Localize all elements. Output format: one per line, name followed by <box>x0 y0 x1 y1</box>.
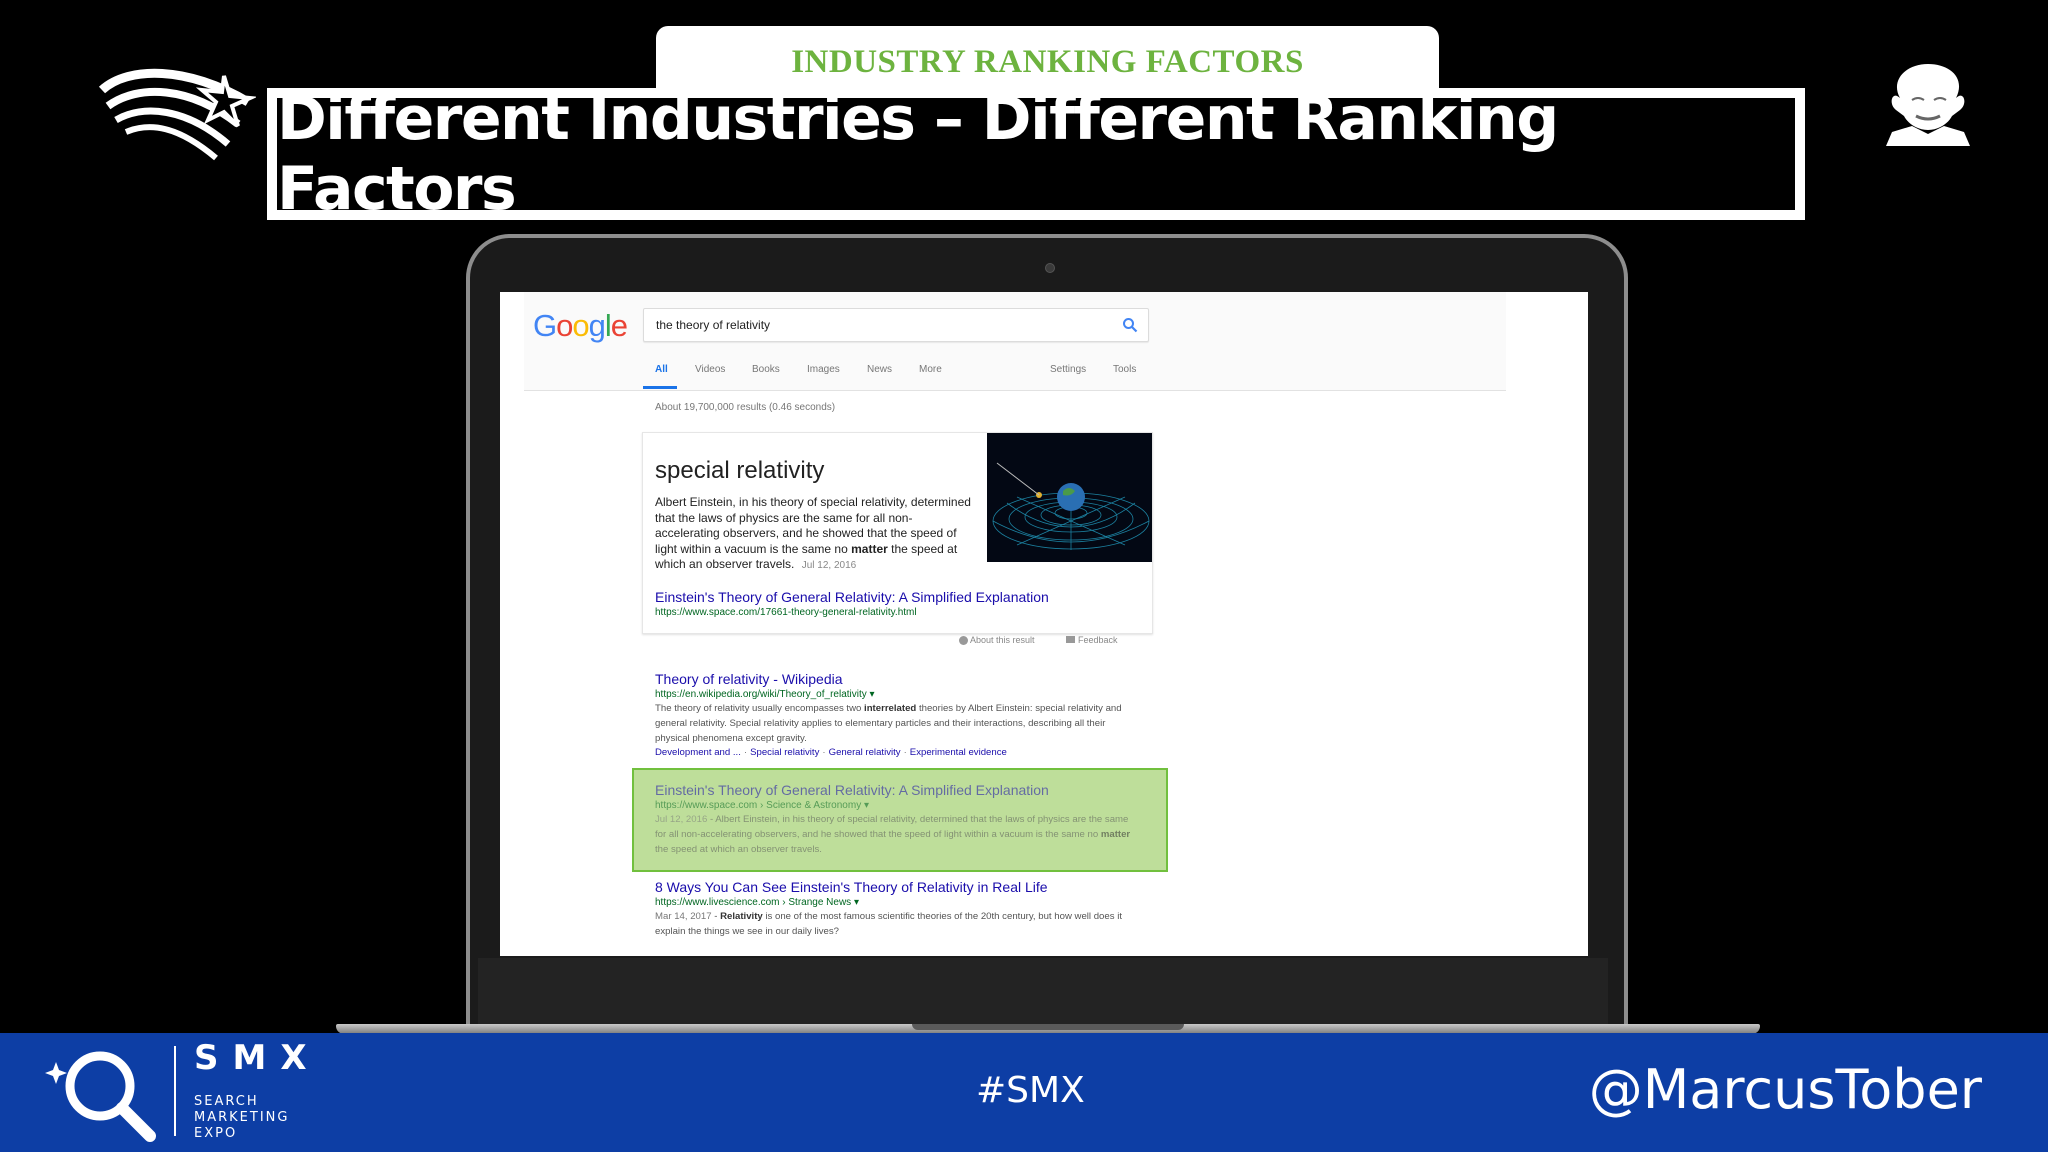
snippet-text: Albert Einstein, in his theory of specia… <box>655 495 975 574</box>
snippet-url: https://www.space.com/17661-theory-gener… <box>655 607 917 618</box>
desc-a: - <box>711 911 721 922</box>
feedback-link[interactable]: Feedback <box>1078 635 1118 645</box>
caret-down-icon[interactable]: ▾ <box>854 897 859 908</box>
search-result: 8 Ways You Can See Einstein's Theory of … <box>655 879 1135 939</box>
result-title[interactable]: Theory of relativity - Wikipedia <box>655 671 1135 687</box>
tab-more[interactable]: More <box>919 364 942 375</box>
tab-all[interactable]: All <box>655 364 668 375</box>
help-icon[interactable] <box>959 636 968 645</box>
feedback-icon[interactable] <box>1066 636 1075 645</box>
title-frame: Different Industries – Different Ranking… <box>267 84 1805 224</box>
result-url-text: https://en.wikipedia.org/wiki/Theory_of_… <box>655 689 867 700</box>
tab-videos[interactable]: Videos <box>695 364 725 375</box>
caret-down-icon[interactable]: ▾ <box>870 689 875 700</box>
footer-handle: @MarcusTober <box>1588 1058 1982 1121</box>
sitelinks: Development and ... · Special relativity · G… <box>655 747 1007 758</box>
logo-letter: o <box>572 308 589 343</box>
google-logo[interactable]: Google <box>533 308 628 344</box>
laptop-bezel <box>478 958 1608 1028</box>
webcam-icon <box>1045 263 1055 273</box>
tab-news[interactable]: News <box>867 364 892 375</box>
result-date: Jul 12, 2016 <box>655 814 708 825</box>
tab-books[interactable]: Books <box>752 364 780 375</box>
sitelink[interactable]: Experimental evidence <box>910 747 1007 758</box>
desc-b: the speed at which an observer travels. <box>655 844 822 855</box>
result-description: The theory of relativity usually encompa… <box>655 701 1135 746</box>
title-box: Different Industries – Different Ranking… <box>277 84 1795 224</box>
spacetime-image[interactable] <box>987 433 1152 562</box>
desc-keyword: interrelated <box>864 703 917 714</box>
logo-letter: o <box>556 308 573 343</box>
comet-logo-icon <box>98 68 256 161</box>
desc-keyword: Relativity <box>720 911 763 922</box>
footer-divider <box>174 1046 176 1136</box>
snippet-heading: special relativity <box>655 457 825 484</box>
search-result: Theory of relativity - Wikipedia https:/… <box>655 671 1135 758</box>
active-tab-indicator <box>643 386 677 389</box>
result-description: Mar 14, 2017 - Relativity is one of the … <box>655 909 1135 939</box>
desc-keyword: matter <box>1100 829 1131 840</box>
slide-title: Different Industries – Different Ranking… <box>277 84 1559 224</box>
result-title[interactable]: 8 Ways You Can See Einstein's Theory of … <box>655 879 1135 895</box>
result-url: https://en.wikipedia.org/wiki/Theory_of_… <box>655 689 1135 700</box>
snippet-keyword: matter <box>851 541 888 556</box>
laptop-screen: Google the theory of relativity All Vide… <box>500 292 1588 956</box>
featured-snippet: special relativity Albert Einstein, in h… <box>642 432 1153 634</box>
desc-a: The theory of relativity usually encompa… <box>655 703 865 714</box>
search-icon[interactable] <box>1122 317 1138 333</box>
caret-down-icon[interactable]: ▾ <box>864 800 869 811</box>
desc-a: - Albert Einstein, in his theory of spec… <box>655 814 1129 840</box>
result-url-text: https://www.space.com › Science & Astron… <box>655 800 862 811</box>
footer-hashtag: #SMX <box>976 1070 1085 1111</box>
result-date: Mar 14, 2017 <box>655 911 712 922</box>
logo-letter: G <box>533 308 557 343</box>
logo-letter: e <box>610 308 628 343</box>
laptop-notch <box>912 1024 1184 1030</box>
magnifier-logo-icon <box>45 1051 156 1142</box>
about-this-result[interactable]: About this result <box>970 635 1035 645</box>
slide-kicker: INDUSTRY RANKING FACTORS <box>791 44 1304 80</box>
result-url: https://www.livescience.com › Strange Ne… <box>655 897 1135 908</box>
result-title[interactable]: Einstein's Theory of General Relativity:… <box>655 782 1135 798</box>
smx-subtitle: SEARCH MARKETING EXPO <box>194 1094 290 1141</box>
search-input[interactable]: the theory of relativity <box>643 308 1149 342</box>
result-description: Jul 12, 2016 - Albert Einstein, in his t… <box>655 812 1135 857</box>
sitelink[interactable]: General relativity <box>829 747 901 758</box>
tab-settings[interactable]: Settings <box>1050 364 1086 375</box>
sitelink[interactable]: Special relativity <box>750 747 819 758</box>
snippet-link[interactable]: Einstein's Theory of General Relativity:… <box>655 589 1049 605</box>
logo-letter: g <box>588 308 606 343</box>
tab-images[interactable]: Images <box>807 364 840 375</box>
tab-tools[interactable]: Tools <box>1113 364 1136 375</box>
search-result-highlighted: Einstein's Theory of General Relativity:… <box>655 782 1135 857</box>
einstein-portrait-icon <box>1886 64 1970 146</box>
smx-wordmark: SMX <box>194 1038 321 1078</box>
result-url: https://www.space.com › Science & Astron… <box>655 800 1135 811</box>
result-stats: About 19,700,000 results (0.46 seconds) <box>655 402 836 413</box>
snippet-date: Jul 12, 2016 <box>801 560 857 571</box>
search-query: the theory of relativity <box>656 318 771 332</box>
result-url-text: https://www.livescience.com › Strange Ne… <box>655 897 852 908</box>
sitelink[interactable]: Development and ... <box>655 747 741 758</box>
